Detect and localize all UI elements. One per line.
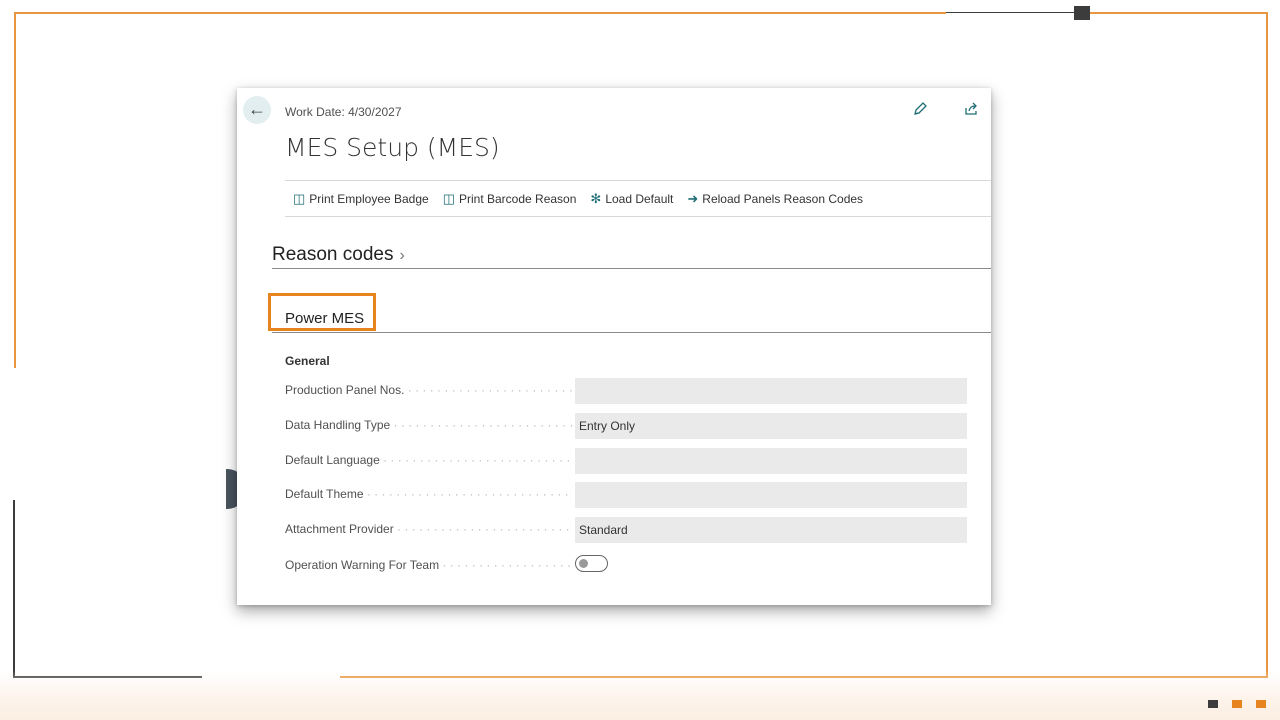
print-barcode-reason-action[interactable]: ◫ Print Barcode Reason [443,191,577,207]
page-title: MES Setup (MES) [285,133,500,162]
frame-top-right-line [1090,12,1268,14]
print-badge-icon: ◫ [293,190,306,206]
work-date: Work Date: 4/30/2027 [285,105,402,119]
attachment-provider-select[interactable]: Standard [575,517,967,543]
nav-dot-orange-1 [1232,700,1242,708]
reason-codes-section-header[interactable]: Reason codes › [272,244,405,266]
gears-icon: ✻ [590,190,602,206]
pencil-icon [914,102,927,115]
data-handling-type-select[interactable]: Entry Only [575,413,967,439]
action-label: Reload Panels Reason Codes [702,191,864,206]
reason-codes-title: Reason codes [272,244,394,265]
print-barcode-icon: ◫ [442,190,455,206]
field-default-language: Default Language [285,448,967,474]
nav-dot-dark [1208,700,1218,708]
print-employee-badge-action[interactable]: ◫ Print Employee Badge [293,191,429,207]
operation-warning-toggle[interactable] [575,555,608,572]
back-button[interactable]: ← [243,96,271,124]
field-label: Default Theme [285,487,573,501]
nav-dot-orange-2 [1256,700,1266,708]
field-default-theme: Default Theme [285,482,967,508]
reload-arrow-icon: ➜ [687,190,699,206]
section-divider [272,332,991,333]
field-label: Operation Warning For Team [285,558,573,572]
frame-top-dark-line [946,12,1082,13]
arrow-left-icon: ← [248,99,266,119]
action-label: Print Employee Badge [309,191,429,206]
frame-left-dark-line [13,500,15,678]
action-label: Print Barcode Reason [459,191,577,206]
frame-left-line [14,12,16,368]
field-operation-warning-for-team: Operation Warning For Team [285,553,967,579]
default-theme-input[interactable] [575,482,967,508]
toggle-knob [579,559,588,568]
frame-top-line [14,12,946,14]
field-data-handling-type: Data Handling Type Entry Only [285,413,967,439]
chevron-right-icon: › [399,247,405,264]
field-label: Production Panel Nos. [285,383,573,397]
field-label: Default Language [285,453,573,467]
field-label: Data Handling Type [285,418,573,432]
action-label: Load Default [605,191,674,206]
reload-panels-reason-codes-action[interactable]: ➜ Reload Panels Reason Codes [687,191,863,207]
load-default-action[interactable]: ✻ Load Default [590,191,673,207]
field-production-panel-nos: Production Panel Nos. [285,378,967,404]
share-icon [965,102,977,115]
mes-setup-window: ← Work Date: 4/30/2027 MES Setup (MES) ◫… [237,88,991,605]
edit-button[interactable] [910,101,930,121]
section-divider [272,268,991,269]
highlight-box [268,293,376,331]
general-group-label: General [285,354,330,368]
frame-corner-square [1074,6,1090,20]
default-language-input[interactable] [575,448,967,474]
production-panel-nos-input[interactable] [575,378,967,404]
field-attachment-provider: Attachment Provider Standard [285,517,967,543]
action-bar: ◫ Print Employee Badge ◫ Print Barcode R… [285,180,991,217]
bottom-fade [0,670,1280,720]
frame-right-line [1266,12,1268,678]
share-button[interactable] [961,101,981,121]
field-label: Attachment Provider [285,522,573,536]
